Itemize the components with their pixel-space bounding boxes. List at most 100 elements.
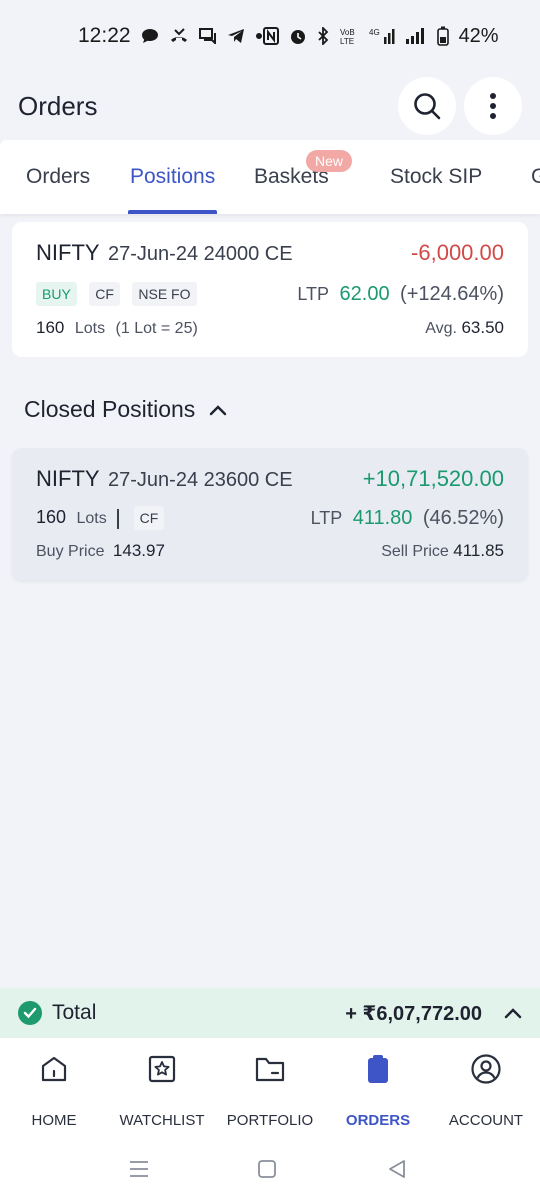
svg-text:VoB: VoB: [340, 28, 355, 37]
lots-group: 160 Lots CF: [36, 506, 172, 530]
new-badge: New: [306, 150, 353, 172]
page-title: Orders: [18, 90, 98, 121]
user-circle-icon: [470, 1052, 502, 1086]
contract: 27-Jun-24 24000 CE: [108, 243, 293, 265]
volte-icon: VoB LTE: [339, 27, 359, 45]
avg-group: Avg. 63.50: [425, 318, 504, 338]
home-system-button[interactable]: [252, 1154, 282, 1184]
tab-bar: Orders Positions Baskets New Stock SIP G: [0, 140, 540, 214]
header-actions: [398, 77, 522, 135]
tab-positions[interactable]: Positions: [128, 140, 218, 214]
closed-lots-row: 160 Lots CF LTP 411.80 (46.52%): [36, 506, 504, 530]
lots-label: Lots: [74, 320, 106, 337]
recent-apps-button[interactable]: [124, 1154, 154, 1184]
total-left: Total: [18, 1001, 96, 1025]
total-bar[interactable]: Total + ₹6,07,772.00: [0, 988, 540, 1038]
avg-label: Avg.: [425, 320, 457, 337]
tab-overflow[interactable]: G: [531, 140, 540, 214]
sell-price-label: Sell Price: [381, 543, 449, 560]
app-header: Orders: [0, 72, 540, 140]
signal-bars-icon: [405, 27, 427, 45]
cf-tag: CF: [133, 506, 165, 530]
position-tags-row: BUY CF NSE FO LTP 62.00 (+124.64%): [36, 282, 504, 306]
buy-tag: BUY: [36, 282, 77, 306]
lots-label: Lots: [76, 510, 107, 527]
ltp-value: 62.00: [339, 282, 390, 305]
tab-label: G: [531, 165, 540, 188]
contract: 27-Jun-24 23600 CE: [108, 469, 293, 491]
closed-header-row: NIFTY 27-Jun-24 23600 CE +10,71,520.00: [36, 466, 504, 492]
divider: [117, 508, 120, 529]
nav-label: WATCHLIST: [119, 1112, 205, 1129]
cf-tag: CF: [89, 282, 120, 306]
tab-label: Stock SIP: [390, 165, 483, 188]
closed-pnl: +10,71,520.00: [362, 466, 504, 491]
telegram-icon: [227, 28, 245, 44]
sell-price-group: Sell Price 411.85: [381, 541, 504, 561]
lot-size: (1 Lot = 25): [115, 320, 198, 337]
nav-account[interactable]: ACCOUNT: [432, 1038, 540, 1138]
lots-group: 160 Lots (1 Lot = 25): [36, 318, 198, 338]
ltp-group: LTP 411.80 (46.52%): [311, 507, 504, 530]
signal-4g-icon: 4G: [369, 27, 395, 45]
back-button[interactable]: [382, 1154, 412, 1184]
position-lots-row: 160 Lots (1 Lot = 25) Avg. 63.50: [36, 318, 504, 338]
avg-value: 63.50: [461, 318, 504, 337]
total-value: + ₹6,07,772.00: [345, 1002, 482, 1025]
instrument-name: NIFTY 27-Jun-24 23600 CE: [36, 466, 293, 492]
ltp-value: 411.80: [352, 506, 413, 529]
tag-group: BUY CF NSE FO: [36, 282, 205, 306]
search-button[interactable]: [398, 77, 456, 135]
closed-position-card[interactable]: NIFTY 27-Jun-24 23600 CE +10,71,520.00 1…: [12, 448, 528, 580]
tab-label: Orders: [26, 165, 91, 188]
nav-portfolio[interactable]: PORTFOLIO: [216, 1038, 324, 1138]
symbol: NIFTY: [36, 466, 100, 491]
status-left: 12:22: [78, 24, 263, 48]
ltp-change: (+124.64%): [400, 282, 504, 305]
tab-baskets[interactable]: Baskets New: [254, 140, 353, 214]
svg-text:LTE: LTE: [340, 37, 354, 45]
status-right: VoB LTE 4G 42%: [262, 24, 499, 48]
bottom-nav: HOME WATCHLIST PORTFOLIO ORDERS ACCOUNT: [0, 1038, 540, 1138]
system-nav-bar: [0, 1138, 540, 1200]
clipboard-icon: [365, 1052, 391, 1086]
folder-icon: [254, 1052, 286, 1086]
chevron-up-icon[interactable]: [504, 1007, 522, 1019]
lots-count: 160: [36, 318, 65, 337]
ltp-change: (46.52%): [422, 506, 504, 529]
buy-price-value: 143.97: [112, 541, 165, 560]
back-triangle-icon: [389, 1160, 405, 1178]
tab-orders[interactable]: Orders: [26, 140, 90, 214]
status-time: 12:22: [78, 24, 131, 47]
network-type: 4G: [369, 28, 380, 37]
nav-label: ACCOUNT: [448, 1112, 524, 1129]
battery-icon: [436, 26, 449, 46]
buy-price-group: Buy Price 143.97: [36, 541, 165, 561]
nav-label: ORDERS: [345, 1112, 411, 1129]
missed-call-icon: [169, 28, 189, 44]
check-circle-icon: [18, 1001, 42, 1025]
more-options-button[interactable]: [464, 77, 522, 135]
chat-bubble-icon: [141, 28, 159, 44]
active-tab-indicator: [128, 210, 218, 214]
message-icon: [198, 28, 217, 44]
position-header-row: NIFTY 27-Jun-24 24000 CE -6,000.00: [36, 240, 504, 266]
closed-price-row: Buy Price 143.97 Sell Price 411.85: [36, 541, 504, 561]
chevron-up-icon: [210, 404, 227, 415]
nav-home[interactable]: HOME: [0, 1038, 108, 1138]
nav-watchlist[interactable]: WATCHLIST: [108, 1038, 216, 1138]
alarm-icon: [289, 27, 307, 45]
symbol: NIFTY: [36, 240, 100, 265]
closed-positions-toggle[interactable]: Closed Positions: [24, 396, 227, 423]
ltp-group: LTP 62.00 (+124.64%): [297, 283, 504, 306]
search-icon: [414, 93, 441, 120]
tab-label: Positions: [130, 165, 216, 188]
tab-stock-sip[interactable]: Stock SIP: [390, 140, 482, 214]
dot-icon: [255, 32, 263, 40]
battery-percent: 42%: [458, 24, 499, 47]
position-card[interactable]: NIFTY 27-Jun-24 24000 CE -6,000.00 BUY C…: [12, 222, 528, 357]
nav-label: HOME: [31, 1112, 77, 1129]
nav-orders[interactable]: ORDERS: [324, 1038, 432, 1138]
ltp-label: LTP: [310, 507, 343, 528]
total-right: + ₹6,07,772.00: [345, 1001, 522, 1026]
